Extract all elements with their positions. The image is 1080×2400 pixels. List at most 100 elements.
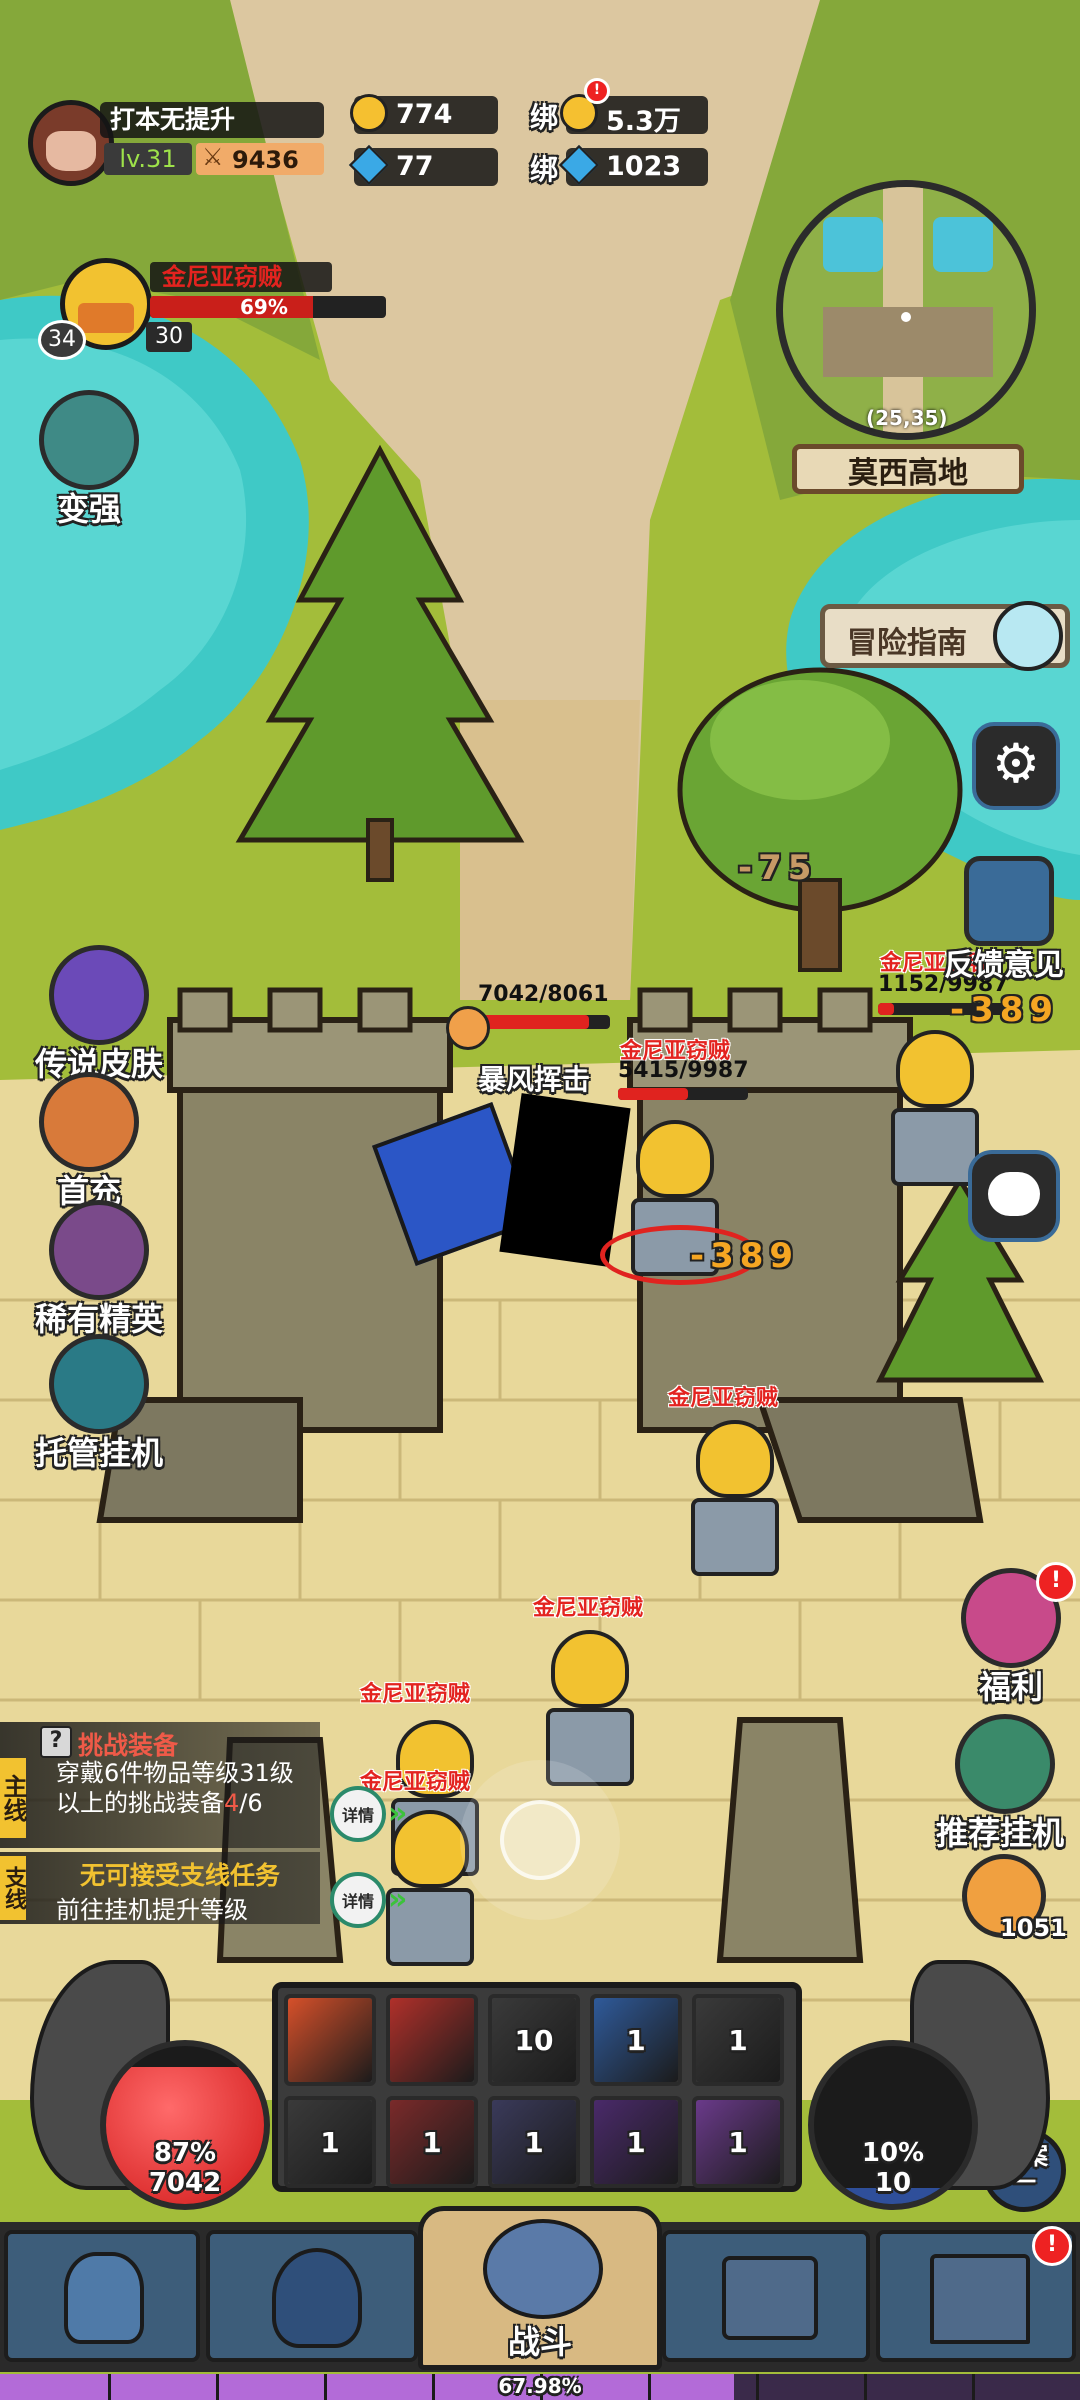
nav-forge-button[interactable] [662, 2230, 870, 2362]
skill-slot[interactable] [386, 1994, 478, 2086]
bound-label: 绑 [530, 101, 559, 134]
diamond-counter[interactable]: 77 [348, 144, 498, 186]
chevron-right-icon: » [388, 1882, 408, 1917]
enemy-sprite[interactable] [690, 1420, 780, 1576]
adventure-guide-label: 冒险指南 [847, 626, 967, 661]
virtual-joystick[interactable] [460, 1760, 620, 1920]
feedback-button[interactable]: 反馈意见 [934, 856, 1080, 984]
enemy-name-label: 金尼亚窃贼 [668, 1386, 779, 1411]
gold-coin-icon [350, 94, 388, 132]
skill-slot-count: 1 [626, 2024, 646, 2057]
side-quest-details-button[interactable]: 详情 » [330, 1872, 407, 1928]
welfare-label: 福利 [978, 1668, 1043, 1706]
hp-orb-value: 7042 [148, 2168, 222, 2198]
rare-elite-button[interactable]: 稀有精英 [14, 1200, 184, 1340]
minimap-view[interactable] [776, 180, 1036, 440]
adventure-guide-button[interactable]: 冒险指南 [820, 601, 1070, 671]
enemy-hp-label: 5415/9987 [618, 1058, 749, 1083]
location-name: 莫西高地 [792, 444, 1024, 494]
side-quest-panel[interactable]: 支线 无可接受支线任务 前往挂机提升等级 [0, 1852, 320, 1924]
recommend-idle-button[interactable]: 推荐挂机 [930, 1714, 1080, 1854]
auto-idle-button[interactable]: 托管挂机 [14, 1334, 184, 1474]
pizza-count: 1051 [1000, 1914, 1067, 1942]
skill-slot-count: 1 [626, 2126, 646, 2159]
minimap-coords: (25,35) [866, 406, 948, 430]
skill-slot[interactable]: 1 [386, 2096, 478, 2188]
nav-battle-label: 战斗 [507, 2323, 572, 2361]
quest-question-icon: ? [40, 1726, 72, 1758]
enemy-sprite[interactable] [545, 1630, 635, 1786]
enemy-sprite[interactable] [890, 1030, 980, 1186]
target-name: 金尼亚窃贼 [150, 262, 332, 292]
upgrade-icon [39, 390, 139, 490]
skill-icon [390, 1998, 474, 2082]
chevron-right-icon: » [388, 1796, 408, 1831]
skill-slot[interactable]: 1 [590, 2096, 682, 2188]
auto-idle-icon [49, 1334, 149, 1434]
skill-icon [288, 1998, 372, 2082]
battle-crest-icon [483, 2219, 603, 2319]
pizza-item-button[interactable]: 1051 [962, 1854, 1067, 1946]
main-quest-progress-current: 4 [224, 1789, 240, 1817]
rare-elite-icon [49, 1200, 149, 1300]
bound-gold-value: 5.3万 [606, 106, 681, 137]
alert-badge-icon: ! [1036, 1562, 1076, 1602]
skill-slot-count: 1 [320, 2126, 340, 2159]
skill-slot-count: 1 [524, 2126, 544, 2159]
bound-gold-counter[interactable]: ! 5.3万 [560, 78, 708, 137]
details-label: 详情 [341, 1806, 374, 1825]
gold-counter[interactable]: 774 [350, 94, 498, 134]
player-name: 打本无提升 [100, 102, 324, 138]
legend-skin-button[interactable]: 传说皮肤 [14, 945, 184, 1085]
skill-slot[interactable]: 1 [692, 2096, 784, 2188]
nav-rune-button[interactable] [4, 2230, 200, 2362]
nav-hero-button[interactable] [206, 2230, 418, 2362]
legend-skin-icon [49, 945, 149, 1045]
side-quest-tag: 支线 [0, 1856, 26, 1920]
skill-slot[interactable]: 10 [488, 1994, 580, 2086]
damage-number: -75 [738, 848, 818, 888]
enemy-name-label: 金尼亚窃贼 [360, 1682, 471, 1707]
player-character [371, 1093, 631, 1270]
side-quest-desc: 前往挂机提升等级 [56, 1896, 248, 1924]
gold-value: 774 [396, 99, 453, 130]
hooded-hero-icon [272, 2248, 362, 2348]
crossed-swords-icon: ⚔ [202, 143, 224, 171]
upgrade-button[interactable]: 变强 [14, 390, 164, 530]
diamond-plus-icon [348, 144, 390, 186]
target-count: 30 [146, 322, 192, 352]
feedback-icon [964, 856, 1054, 946]
settings-button[interactable]: ⚙ [972, 722, 1060, 810]
first-charge-button[interactable]: 首充 [14, 1072, 164, 1212]
skill-slot[interactable]: 1 [692, 1994, 784, 2086]
player-hp-label: 7042/8061 [478, 982, 609, 1007]
chat-button[interactable] [968, 1150, 1060, 1242]
diamond-value: 77 [396, 151, 434, 182]
main-quest-title: 挑战装备 [78, 1731, 179, 1760]
ghost-guide-icon [993, 601, 1063, 671]
skill-name-label: 暴风挥击 [478, 1063, 591, 1096]
hp-orb: 87% 7042 [100, 2040, 270, 2210]
welfare-button[interactable]: ! 福利 [936, 1562, 1080, 1708]
skill-slot[interactable]: 1 [590, 1994, 682, 2086]
damage-number: -389 [950, 990, 1060, 1030]
castle-icon [930, 2254, 1030, 2344]
main-quest-tag: 主线 [0, 1758, 27, 1838]
skill-slot-count: 1 [728, 2024, 748, 2057]
bound-diamond-counter[interactable]: 1023 [558, 144, 708, 186]
nav-castle-button[interactable]: ! [876, 2226, 1076, 2362]
feedback-label: 反馈意见 [944, 948, 1064, 983]
skill-slot-count: 1 [422, 2126, 442, 2159]
main-quest-details-button[interactable]: 详情 » [330, 1786, 407, 1842]
skill-slot[interactable]: 1 [488, 2096, 580, 2188]
skill-slot[interactable] [284, 1994, 376, 2086]
skill-slot[interactable]: 1 [284, 2096, 376, 2188]
main-quest-panel[interactable]: 主线 ? 挑战装备 穿戴6件物品等级31级以上的挑战装备4/6 [0, 1722, 320, 1848]
combat-power: ⚔ 9436 [196, 143, 324, 175]
nav-battle-button[interactable]: 战斗 [418, 2206, 662, 2370]
hourglass-icon [955, 1714, 1055, 1814]
main-quest-desc: 穿戴6件物品等级31级以上的挑战装备4/6 [56, 1758, 306, 1818]
joystick-knob[interactable] [500, 1800, 580, 1880]
side-quest-title: 无可接受支线任务 [80, 1861, 281, 1890]
details-label: 详情 [341, 1892, 374, 1911]
